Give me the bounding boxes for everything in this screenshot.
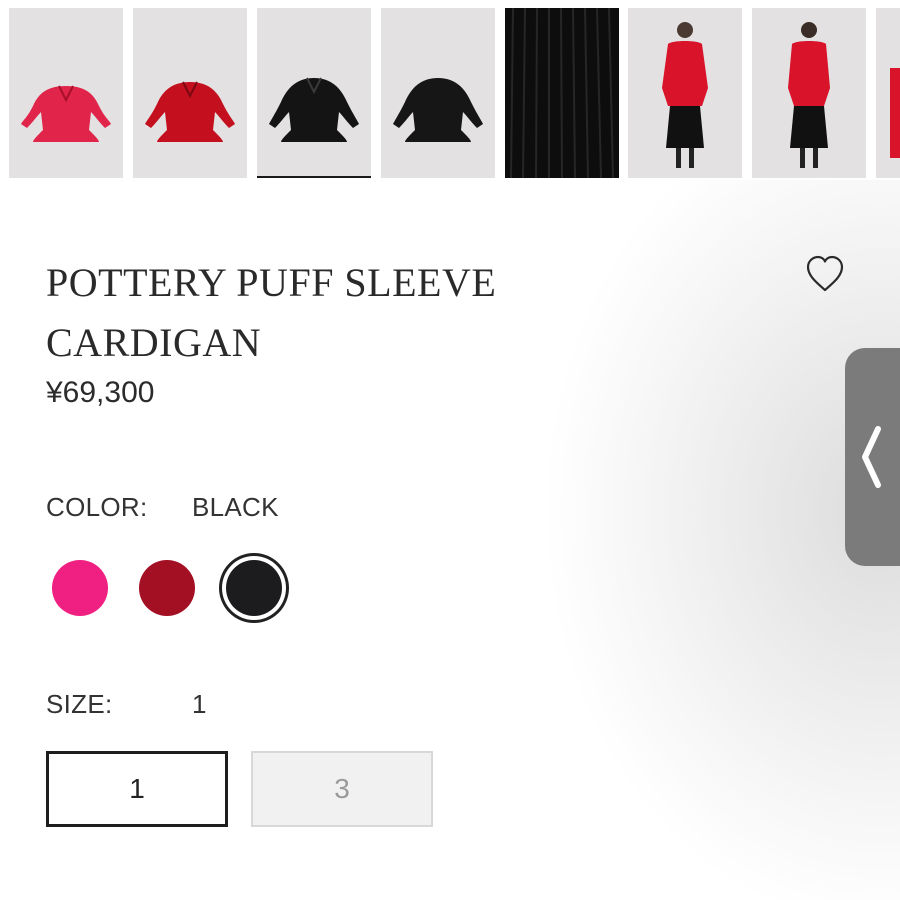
product-title: POTTERY PUFF SLEEVE CARDIGAN [46,260,497,365]
thumbnail-red-cardigan[interactable] [133,8,247,178]
thumbnail-black-knit-detail[interactable] [505,8,619,178]
selected-size-value: 1 [192,689,207,719]
thumbnail-black-cardigan-back[interactable] [381,8,495,178]
size-option-3[interactable]: 3 [251,751,433,827]
size-label: SIZE: [46,689,113,719]
color-swatch-pink[interactable] [52,560,108,616]
thumbnail-black-cardigan-front[interactable] [257,8,371,178]
thumbnail-pink-cardigan[interactable] [9,8,123,178]
thumbnail-model-back[interactable] [752,8,866,178]
thumbnail-strip[interactable] [0,0,900,180]
thumbnail-model-front[interactable] [628,8,742,178]
thumbnail-model-partial[interactable] [876,8,900,178]
selected-color-value: BLACK [192,492,279,522]
color-label: COLOR: [46,492,148,522]
side-panel-tab[interactable] [845,348,900,566]
color-swatch-black[interactable] [226,560,282,616]
chevron-left-icon [862,426,881,488]
wishlist-heart-icon[interactable] [803,252,847,296]
color-swatch-burgundy[interactable] [139,560,195,616]
product-price: ¥69,300 [46,376,155,409]
size-option-1[interactable]: 1 [46,751,228,827]
